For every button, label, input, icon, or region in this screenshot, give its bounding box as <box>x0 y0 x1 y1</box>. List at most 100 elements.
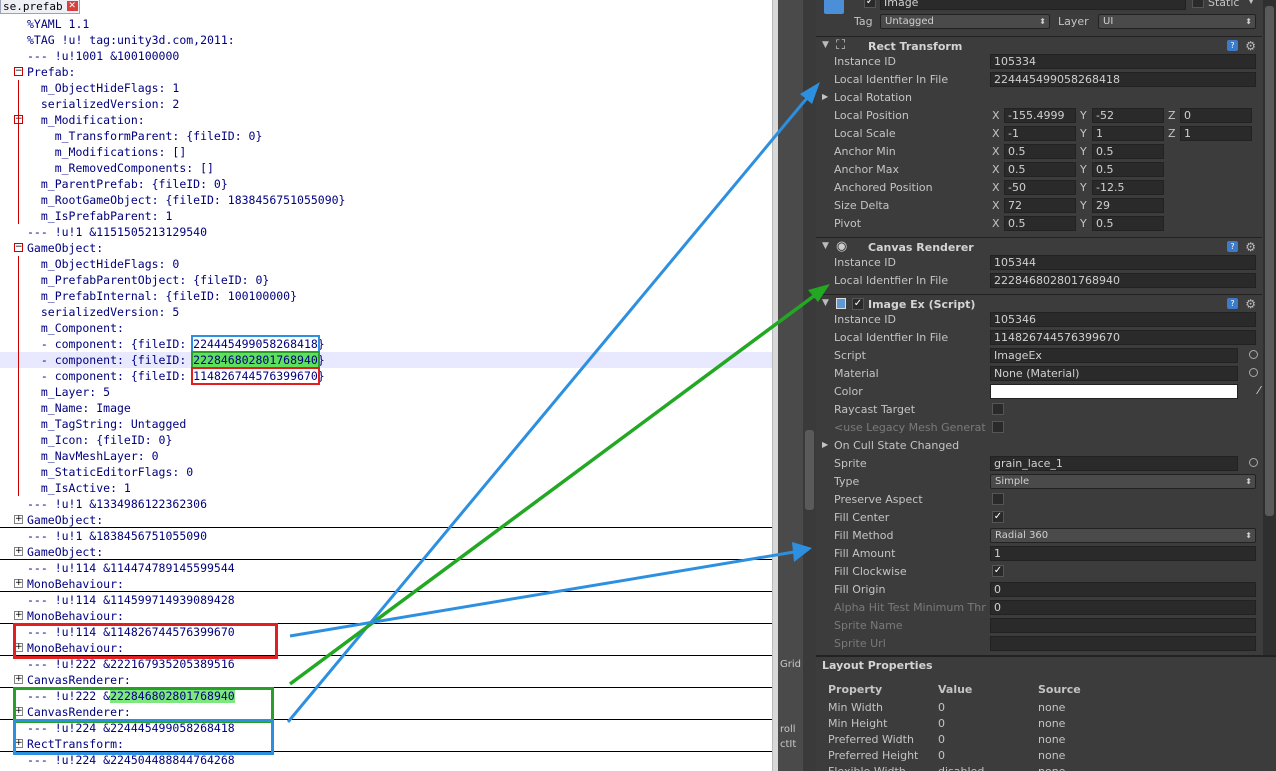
yaml-document-line[interactable]: --- !u!1001 &100100000 <box>0 48 772 64</box>
yaml-document-line[interactable]: --- !u!1 &1334986122362306 <box>0 496 772 512</box>
code-line[interactable]: + CanvasRenderer: <box>0 672 772 688</box>
code-line[interactable]: m_Name: Image <box>0 400 772 416</box>
object-picker-icon[interactable] <box>1249 350 1258 359</box>
value-field[interactable]: 224445499058268418 <box>990 72 1256 87</box>
code-line[interactable]: − Prefab: <box>0 64 772 80</box>
color-swatch[interactable] <box>990 384 1238 399</box>
value-field[interactable]: 222846802801768940 <box>990 273 1256 288</box>
layer-dropdown[interactable]: UI ⬍ <box>1098 14 1256 29</box>
code-line[interactable]: − m_Modification: <box>0 112 772 128</box>
code-line[interactable]: m_NavMeshLayer: 0 <box>0 448 772 464</box>
checkbox[interactable] <box>992 421 1004 433</box>
code-line[interactable]: m_RemovedComponents: [] <box>0 160 772 176</box>
expand-triangle-icon[interactable]: ▶ <box>822 92 828 101</box>
code-line[interactable]: serializedVersion: 2 <box>0 96 772 112</box>
axis-z-field[interactable]: 1 <box>1180 126 1252 141</box>
gear-icon[interactable]: ⚙ <box>1245 39 1256 53</box>
code-line[interactable]: + MonoBehaviour: <box>0 576 772 592</box>
fold-expand-icon[interactable]: + <box>14 675 23 684</box>
scrollbar-thumb[interactable] <box>805 430 814 510</box>
object-name-field[interactable]: Image <box>880 0 1186 10</box>
code-line[interactable]: m_ObjectHideFlags: 1 <box>0 80 772 96</box>
expand-triangle-icon[interactable]: ▼ <box>822 241 829 251</box>
value-field[interactable] <box>990 618 1256 633</box>
gear-icon[interactable]: ⚙ <box>1245 240 1256 254</box>
code-line[interactable]: - component: {fileID: 222846802801768940… <box>0 351 772 369</box>
fold-expand-icon[interactable]: + <box>14 611 23 620</box>
code-line[interactable]: − GameObject: <box>0 240 772 256</box>
value-field[interactable]: 105346 <box>990 312 1256 327</box>
axis-y-field[interactable]: 0.5 <box>1092 144 1164 159</box>
code-line[interactable]: m_Modifications: [] <box>0 144 772 160</box>
close-icon[interactable]: ✕ <box>66 1 78 11</box>
axis-x-field[interactable]: 72 <box>1004 198 1076 213</box>
code-line[interactable]: m_Component: <box>0 320 772 336</box>
yaml-document-line[interactable]: --- !u!114 &114474789145599544 <box>0 560 772 576</box>
checkbox[interactable] <box>992 493 1004 505</box>
axis-x-field[interactable]: 0.5 <box>1004 162 1076 177</box>
code-line[interactable]: m_Layer: 5 <box>0 384 772 400</box>
axis-y-field[interactable]: -52 <box>1092 108 1164 123</box>
code-line[interactable]: - component: {fileID: 114826744576399670… <box>0 367 772 385</box>
code-line[interactable]: m_TransformParent: {fileID: 0} <box>0 128 772 144</box>
axis-y-field[interactable]: 0.5 <box>1092 162 1164 177</box>
sprite-field[interactable]: grain_lace_1 <box>990 456 1238 471</box>
checkbox[interactable] <box>992 403 1004 415</box>
code-line[interactable]: + MonoBehaviour: <box>0 608 772 624</box>
axis-x-field[interactable]: -50 <box>1004 180 1076 195</box>
code-line[interactable]: + GameObject: <box>0 544 772 560</box>
enabled-checkbox[interactable]: ✓ <box>852 298 864 310</box>
value-field[interactable]: 0 <box>990 582 1256 597</box>
code-line[interactable]: %YAML 1.1 <box>0 16 772 32</box>
active-checkbox[interactable]: ✓ <box>864 0 876 8</box>
inspector-scrollbar[interactable] <box>1263 0 1276 655</box>
fold-expand-icon[interactable]: + <box>14 515 23 524</box>
fold-collapse-icon[interactable]: − <box>14 243 23 252</box>
text-editor[interactable]: se.prefab ✕ %YAML 1.1 %TAG !u! tag:unity3… <box>0 0 772 771</box>
fill-method-dropdown[interactable]: Radial 360 ⬍ <box>990 528 1256 543</box>
expand-triangle-icon[interactable]: ▼ <box>822 298 829 308</box>
code-line[interactable]: + GameObject: <box>0 512 772 528</box>
axis-y-field[interactable]: 29 <box>1092 198 1164 213</box>
axis-y-field[interactable]: 0.5 <box>1092 216 1164 231</box>
code-line[interactable]: m_TagString: Untagged <box>0 416 772 432</box>
fold-expand-icon[interactable]: + <box>14 547 23 556</box>
yaml-document-line[interactable]: --- !u!114 &114599714939089428 <box>0 592 772 608</box>
axis-x-field[interactable]: -155.4999 <box>1004 108 1076 123</box>
value-field[interactable]: 105344 <box>990 255 1256 270</box>
chevron-down-icon[interactable]: ▼ <box>1248 0 1254 5</box>
file-tab[interactable]: se.prefab ✕ <box>0 0 80 14</box>
static-checkbox[interactable] <box>1192 0 1204 8</box>
material-field[interactable]: None (Material) <box>990 366 1238 381</box>
fold-expand-icon[interactable]: + <box>14 579 23 588</box>
value-field[interactable]: 114826744576399670 <box>990 330 1256 345</box>
tag-dropdown[interactable]: Untagged ⬍ <box>880 14 1050 29</box>
object-picker-icon[interactable] <box>1249 368 1258 377</box>
gear-icon[interactable]: ⚙ <box>1245 297 1256 311</box>
axis-x-field[interactable]: 0.5 <box>1004 144 1076 159</box>
axis-x-field[interactable]: 0.5 <box>1004 216 1076 231</box>
axis-z-field[interactable]: 0 <box>1180 108 1252 123</box>
yaml-document-line[interactable]: --- !u!1 &1151505213129540 <box>0 224 772 240</box>
value-field[interactable] <box>990 636 1256 651</box>
axis-y-field[interactable]: 1 <box>1092 126 1164 141</box>
help-icon[interactable]: ? <box>1227 298 1238 309</box>
code-line[interactable]: m_ObjectHideFlags: 0 <box>0 256 772 272</box>
value-field[interactable]: 105334 <box>990 54 1256 69</box>
yaml-document-line[interactable]: --- !u!1 &1838456751055090 <box>0 528 772 544</box>
value-field[interactable]: 0 <box>990 600 1256 615</box>
type-dropdown[interactable]: Simple ⬍ <box>990 474 1256 489</box>
code-line[interactable]: - component: {fileID: 224445499058268418… <box>0 335 772 353</box>
scrollbar-thumb[interactable] <box>1265 6 1274 516</box>
script-field[interactable]: ImageEx <box>990 348 1238 363</box>
help-icon[interactable]: ? <box>1227 40 1238 51</box>
code-line[interactable]: m_ParentPrefab: {fileID: 0} <box>0 176 772 192</box>
code-line[interactable]: m_IsActive: 1 <box>0 480 772 496</box>
code-line[interactable]: m_IsPrefabParent: 1 <box>0 208 772 224</box>
code-line[interactable]: serializedVersion: 5 <box>0 304 772 320</box>
fold-collapse-icon[interactable]: − <box>14 67 23 76</box>
code-line[interactable]: m_RootGameObject: {fileID: 1838456751055… <box>0 192 772 208</box>
code-line[interactable]: m_Icon: {fileID: 0} <box>0 432 772 448</box>
code-line[interactable]: m_PrefabParentObject: {fileID: 0} <box>0 272 772 288</box>
checkbox[interactable]: ✓ <box>992 511 1004 523</box>
